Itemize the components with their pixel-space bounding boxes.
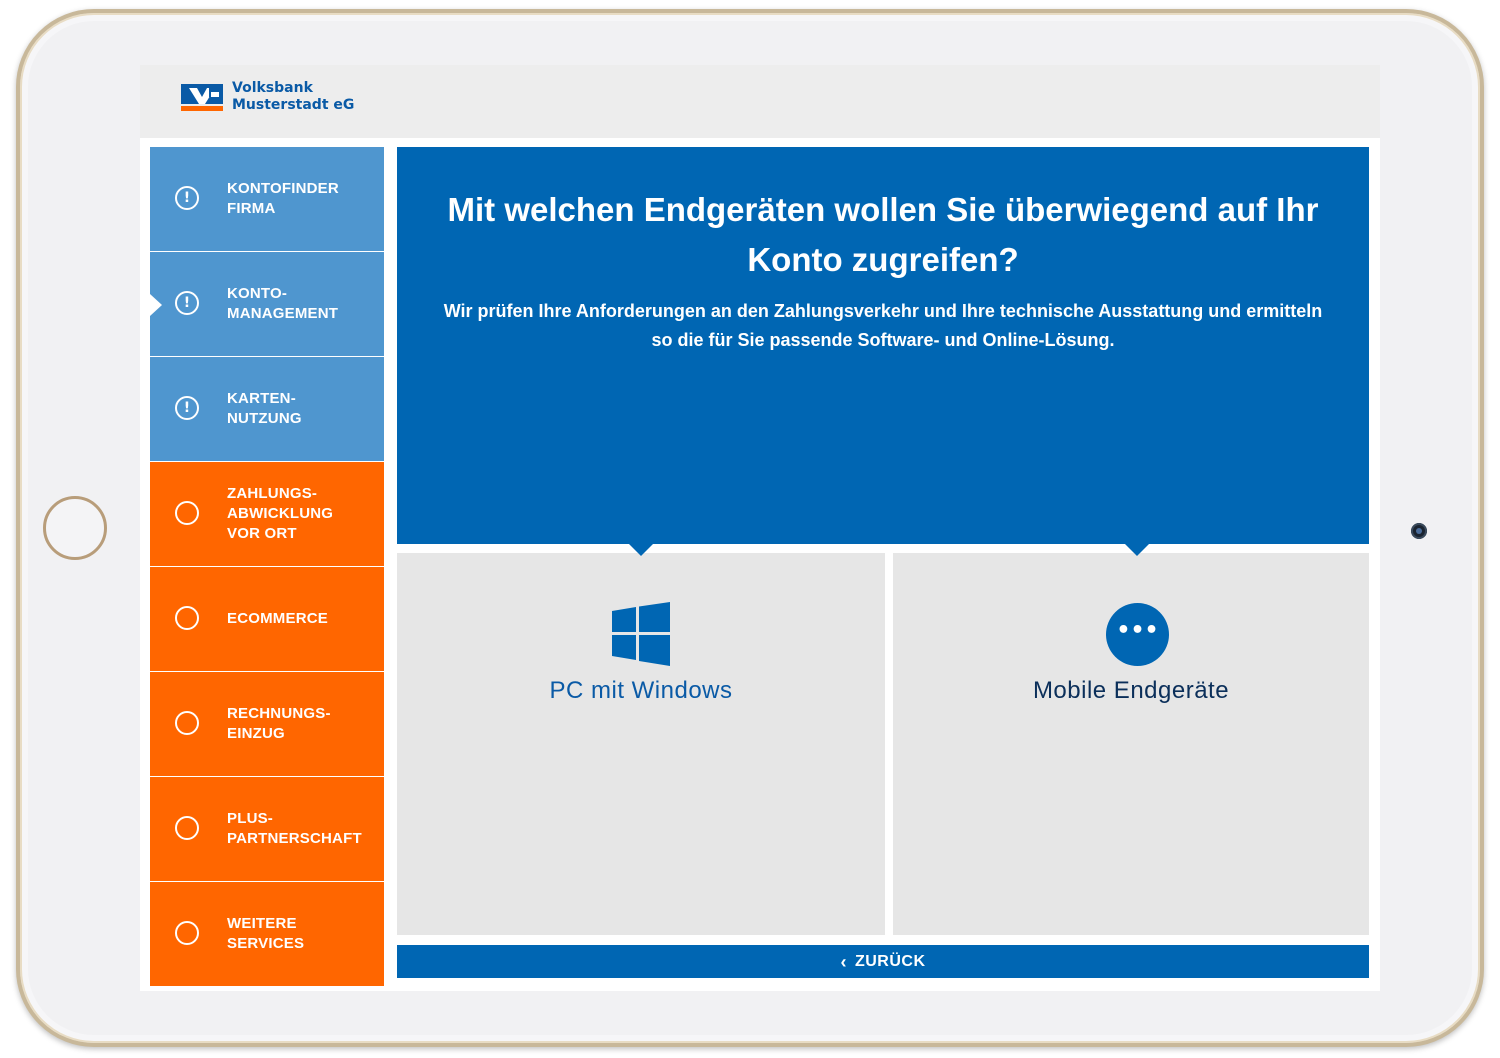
sidebar-item-karten-nutzung[interactable]: ! KARTEN- NUTZUNG xyxy=(150,357,384,461)
option-label: PC mit Windows xyxy=(549,677,733,704)
sidebar-item-kontofinder-firma[interactable]: ! KONTOFINDER FIRMA xyxy=(150,147,384,251)
windows-icon xyxy=(612,602,670,666)
question-subtitle: Wir prüfen Ihre Anforderungen an den Zah… xyxy=(443,301,1323,350)
sidebar-item-label: RECHNUNGS- EINZUG xyxy=(227,705,331,742)
brand-name: Volksbank Musterstadt eG xyxy=(232,80,354,114)
question-title: Mit welchen Endgeräten wollen Sie überwi… xyxy=(447,191,1319,278)
sidebar: ! KONTOFINDER FIRMA ! KONTO- MANAGEMENT … xyxy=(150,147,384,987)
app-screen: Volksbank Musterstadt eG ! KONTOFINDER F… xyxy=(140,65,1380,991)
circle-icon xyxy=(175,501,199,525)
exclamation-icon: ! xyxy=(175,186,199,210)
sidebar-item-konto-management[interactable]: ! KONTO- MANAGEMENT xyxy=(150,252,384,356)
sidebar-item-label: KONTOFINDER FIRMA xyxy=(227,180,339,217)
sidebar-item-label: WEITERE SERVICES xyxy=(227,915,305,952)
camera-icon xyxy=(1411,523,1427,539)
option-label: Mobile Endgeräte xyxy=(1032,677,1230,704)
volksbank-logo-icon xyxy=(181,84,223,111)
option-pc-windows[interactable]: PC mit Windows xyxy=(397,544,885,935)
brand-line-2: Musterstadt eG xyxy=(232,97,355,113)
option-pointer xyxy=(1125,544,1149,556)
exclamation-icon: ! xyxy=(175,291,199,315)
sidebar-item-label: KONTO- MANAGEMENT xyxy=(227,285,339,322)
sidebar-item-label: ECOMMERCE xyxy=(227,610,328,627)
sidebar-item-zahlungsabwicklung[interactable]: ZAHLUNGS- ABWICKLUNG VOR ORT xyxy=(150,462,384,566)
question-panel: Mit welchen Endgeräten wollen Sie überwi… xyxy=(397,147,1369,544)
back-label: ZURÜCK xyxy=(854,952,926,970)
circle-icon xyxy=(175,816,199,840)
brand-line-1: Volksbank xyxy=(232,80,313,96)
sidebar-item-label: KARTEN- NUTZUNG xyxy=(227,390,302,427)
exclamation-icon: ! xyxy=(175,396,199,420)
circle-icon xyxy=(175,711,199,735)
circle-icon xyxy=(175,921,199,945)
more-dots-icon: ••• xyxy=(1106,603,1169,666)
home-button[interactable] xyxy=(43,496,107,560)
sidebar-item-label: ZAHLUNGS- ABWICKLUNG VOR ORT xyxy=(227,485,334,542)
app-header: Volksbank Musterstadt eG xyxy=(140,65,1380,138)
back-button[interactable]: ‹ ZURÜCK xyxy=(397,945,1369,978)
sidebar-item-rechnungseinzug[interactable]: RECHNUNGS- EINZUG xyxy=(150,672,384,776)
option-mobile-devices[interactable]: ••• Mobile Endgeräte xyxy=(893,544,1369,935)
sidebar-item-ecommerce[interactable]: ECOMMERCE xyxy=(150,567,384,671)
circle-icon xyxy=(175,606,199,630)
sidebar-item-plus-partnerschaft[interactable]: PLUS- PARTNERSCHAFT xyxy=(150,777,384,881)
sidebar-item-weitere-services[interactable]: WEITERE SERVICES xyxy=(150,882,384,986)
sidebar-item-label: PLUS- PARTNERSCHAFT xyxy=(227,810,362,847)
chevron-left-icon: ‹ xyxy=(840,951,847,972)
option-pointer xyxy=(629,544,653,556)
